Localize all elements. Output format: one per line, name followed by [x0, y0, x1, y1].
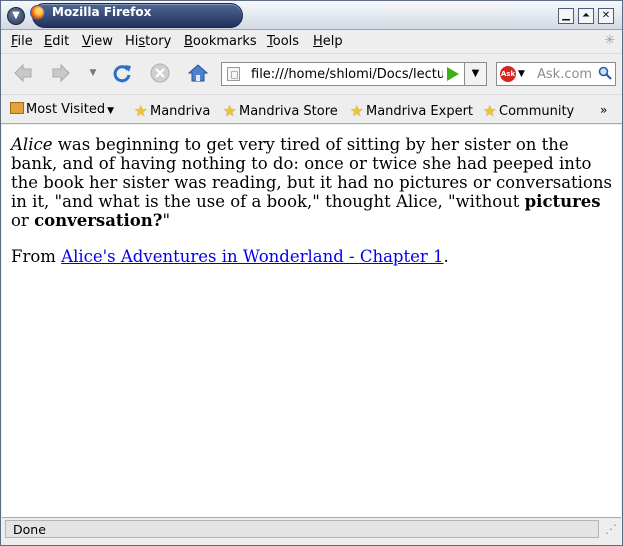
ask-engine-icon[interactable]: Ask	[500, 66, 516, 82]
magnifier-icon[interactable]	[598, 66, 612, 80]
status-text: Done	[13, 522, 46, 537]
menu-help[interactable]: Help	[313, 34, 343, 49]
stop-button[interactable]	[148, 61, 172, 85]
star-icon: ★	[223, 102, 237, 120]
throbber-icon: ✳	[604, 33, 616, 48]
dropdown-icon: ▼	[107, 106, 115, 116]
bookmark-mandriva-store[interactable]: ★ Mandriva Store	[223, 102, 338, 120]
go-arrow-icon[interactable]	[447, 67, 459, 81]
engine-dropdown-icon[interactable]: ▼	[518, 66, 525, 82]
pictures-bold: pictures	[524, 192, 601, 211]
menu-file[interactable]: File	[11, 34, 33, 49]
history-dropdown-icon[interactable]: ▼	[81, 61, 105, 85]
bookmark-community[interactable]: ★ Community	[483, 102, 574, 120]
url-dropdown-icon[interactable]: ▼	[464, 63, 486, 85]
back-arrow-icon	[14, 63, 32, 83]
chapter-link[interactable]: Alice's Adventures in Wonderland - Chapt…	[61, 247, 443, 266]
story-paragraph: Alice was beginning to get very tired of…	[11, 135, 612, 230]
minimize-button[interactable]: ▁	[558, 8, 574, 24]
forward-arrow-icon	[52, 63, 70, 83]
url-text[interactable]: file:///home/shlomi/Docs/lectur	[251, 67, 443, 82]
close-button[interactable]: ✕	[598, 8, 614, 24]
menu-edit[interactable]: Edit	[44, 34, 69, 49]
home-icon	[187, 64, 209, 82]
source-paragraph: From Alice's Adventures in Wonderland - …	[11, 247, 449, 266]
page-content: Alice was beginning to get very tired of…	[2, 125, 621, 517]
status-bar: Done ⋰	[2, 517, 621, 539]
menu-bar: File Edit View History Bookmarks Tools H…	[1, 31, 622, 53]
bookmark-most-visited[interactable]: Most Visited ▼	[10, 102, 114, 117]
window-menu-button[interactable]: ▼	[7, 7, 25, 25]
bookmarks-toolbar: Most Visited ▼ ★ Mandriva ★ Mandriva Store …	[1, 94, 622, 124]
menu-history[interactable]: History	[125, 34, 171, 49]
browser-window: ▼ Mozilla Firefox ▁ ⏶ ✕ File Edit View H…	[0, 0, 623, 546]
star-icon: ★	[483, 102, 497, 120]
maximize-button[interactable]: ⏶	[578, 8, 594, 24]
bookmarks-overflow-icon[interactable]: »	[600, 103, 607, 117]
menu-tools[interactable]: Tools	[267, 34, 299, 49]
conversation-bold: conversation?	[34, 211, 163, 230]
navigation-toolbar: ▼ file:///home/shlomi/Docs/lectur ▼ Ask …	[1, 53, 622, 93]
url-bar[interactable]: file:///home/shlomi/Docs/lectur ▼	[221, 62, 487, 86]
status-pane: Done	[5, 520, 599, 538]
menu-bookmarks[interactable]: Bookmarks	[184, 34, 257, 49]
reload-button[interactable]	[110, 61, 134, 85]
window-title: Mozilla Firefox	[52, 5, 152, 19]
bookmark-mandriva[interactable]: ★ Mandriva	[134, 102, 210, 120]
resize-grip-icon[interactable]: ⋰	[605, 522, 617, 536]
stop-icon	[150, 63, 170, 83]
star-icon: ★	[134, 102, 148, 120]
home-button[interactable]	[186, 61, 210, 85]
star-icon: ★	[350, 102, 364, 120]
folder-icon	[10, 102, 24, 114]
reload-icon	[113, 65, 131, 83]
menu-view[interactable]: View	[82, 34, 113, 49]
title-bar: ▼ Mozilla Firefox ▁ ⏶ ✕	[1, 1, 622, 30]
page-icon	[227, 67, 240, 81]
bookmark-mandriva-expert[interactable]: ★ Mandriva Expert	[350, 102, 473, 120]
forward-button[interactable]	[49, 61, 73, 85]
firefox-logo-icon	[30, 5, 45, 20]
search-bar[interactable]: Ask ▼ Ask.com	[496, 62, 616, 86]
back-button[interactable]	[11, 61, 35, 85]
alice-emphasis: Alice	[11, 135, 53, 154]
search-input[interactable]: Ask.com	[537, 67, 592, 82]
